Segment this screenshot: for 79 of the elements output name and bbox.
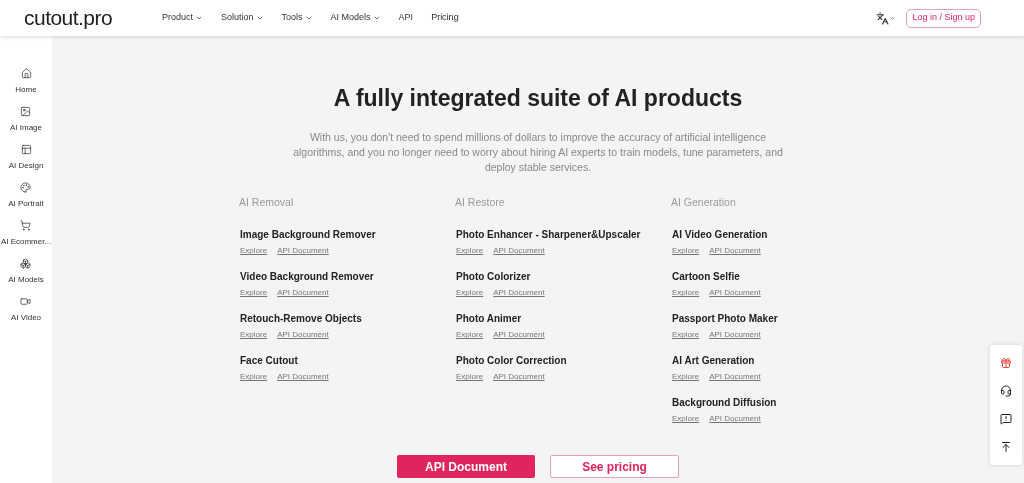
explore-link[interactable]: Explore xyxy=(672,245,700,258)
nav-link[interactable]: AI Models xyxy=(330,11,381,25)
explore-link[interactable]: Explore xyxy=(240,245,268,258)
language-button[interactable] xyxy=(876,11,897,25)
page-description: With us, you don't need to spend millions of dollars to improve the accuracy of artificial intelligence algorithms, and you no longer need to worry about hiring AI experts to train models, tune parameters, and deploy stable services. xyxy=(293,129,783,175)
nav-link[interactable]: Solution xyxy=(221,11,264,25)
product-name[interactable]: Photo Colorizer xyxy=(456,269,672,285)
product-name[interactable]: Face Cutout xyxy=(240,353,456,369)
api-document-button[interactable]: API Document xyxy=(397,455,535,478)
api-document-link[interactable]: API Document xyxy=(709,287,761,300)
api-document-link[interactable]: API Document xyxy=(493,287,545,300)
translate-icon xyxy=(876,11,890,25)
explore-link[interactable]: Explore xyxy=(456,371,484,384)
login-button[interactable]: Log in / Sign up xyxy=(906,8,981,28)
api-document-link[interactable]: API Document xyxy=(277,245,329,258)
category-heading: AI Removal xyxy=(239,194,295,210)
api-document-link[interactable]: API Document xyxy=(493,329,545,342)
api-document-link[interactable]: API Document xyxy=(277,287,329,300)
api-document-link[interactable]: API Document xyxy=(277,329,329,342)
sidebar-item[interactable]: Home xyxy=(15,68,37,96)
api-document-link[interactable]: API Document xyxy=(709,371,761,384)
explore-link[interactable]: Explore xyxy=(240,371,268,384)
cubes-icon xyxy=(20,258,32,269)
explore-link[interactable]: Explore xyxy=(456,245,484,258)
category-heading: AI Generation xyxy=(671,194,737,210)
api-document-link[interactable]: API Document xyxy=(709,413,761,426)
nav-link[interactable]: Tools xyxy=(281,11,313,25)
api-document-link[interactable]: API Document xyxy=(493,371,545,384)
video-camera-icon xyxy=(20,296,32,307)
image-icon xyxy=(20,106,32,117)
gift-icon[interactable] xyxy=(1000,357,1012,369)
chevron-icon xyxy=(304,14,313,22)
page-title: A fully integrated suite of AI products xyxy=(333,84,743,113)
sidebar-item[interactable]: AI Design xyxy=(8,144,44,172)
product-name[interactable]: Retouch-Remove Objects xyxy=(240,311,456,327)
feedback-icon[interactable] xyxy=(1000,413,1012,425)
sidebar-item[interactable]: AI Image xyxy=(10,106,42,134)
explore-link[interactable]: Explore xyxy=(240,329,268,342)
nav-link[interactable]: API xyxy=(398,11,414,25)
headset-icon[interactable] xyxy=(1000,385,1012,397)
explore-link[interactable]: Explore xyxy=(672,329,700,342)
product-name[interactable]: Photo Enhancer - Sharpener&Upscaler xyxy=(456,227,672,243)
product-name[interactable]: AI Video Generation xyxy=(672,227,888,243)
sidebar-item[interactable]: AI Models xyxy=(8,258,44,286)
product-name[interactable]: Photo Animer xyxy=(456,311,672,327)
product-name[interactable]: Cartoon Selfie xyxy=(672,269,888,285)
api-document-link[interactable]: API Document xyxy=(277,371,329,384)
api-document-link[interactable]: API Document xyxy=(493,245,545,258)
category-heading: AI Restore xyxy=(455,194,506,210)
nav-link[interactable]: Pricing xyxy=(431,11,459,25)
chevron-icon xyxy=(889,14,897,22)
product-name[interactable]: Video Background Remover xyxy=(240,269,456,285)
cart-icon xyxy=(20,220,32,231)
product-name[interactable]: Image Background Remover xyxy=(240,227,456,243)
see-pricing-button[interactable]: See pricing xyxy=(550,455,679,478)
explore-link[interactable]: Explore xyxy=(672,371,700,384)
chevron-icon xyxy=(255,14,264,22)
chevron-icon xyxy=(195,14,204,22)
explore-link[interactable]: Explore xyxy=(672,287,700,300)
product-name[interactable]: Passport Photo Maker xyxy=(672,311,888,327)
back-to-top-icon[interactable] xyxy=(1000,441,1012,453)
layout-icon xyxy=(20,144,32,155)
sidebar-item[interactable]: AI Ecommer... xyxy=(0,220,52,248)
logo[interactable]: cutout.pro xyxy=(24,2,154,34)
explore-link[interactable]: Explore xyxy=(672,413,700,426)
explore-link[interactable]: Explore xyxy=(456,287,484,300)
sidebar-item[interactable]: AI Video xyxy=(10,296,42,324)
api-document-link[interactable]: API Document xyxy=(709,245,761,258)
home-icon xyxy=(20,68,32,79)
palette-icon xyxy=(20,182,32,193)
explore-link[interactable]: Explore xyxy=(240,287,268,300)
product-name[interactable]: Background Diffusion xyxy=(672,395,888,411)
product-name[interactable]: AI Art Generation xyxy=(672,353,888,369)
product-name[interactable]: Photo Color Correction xyxy=(456,353,672,369)
nav-link[interactable]: Product xyxy=(162,11,204,25)
explore-link[interactable]: Explore xyxy=(456,329,484,342)
chevron-icon xyxy=(372,14,381,22)
api-document-link[interactable]: API Document xyxy=(709,329,761,342)
sidebar-item[interactable]: AI Portrait xyxy=(8,182,44,210)
